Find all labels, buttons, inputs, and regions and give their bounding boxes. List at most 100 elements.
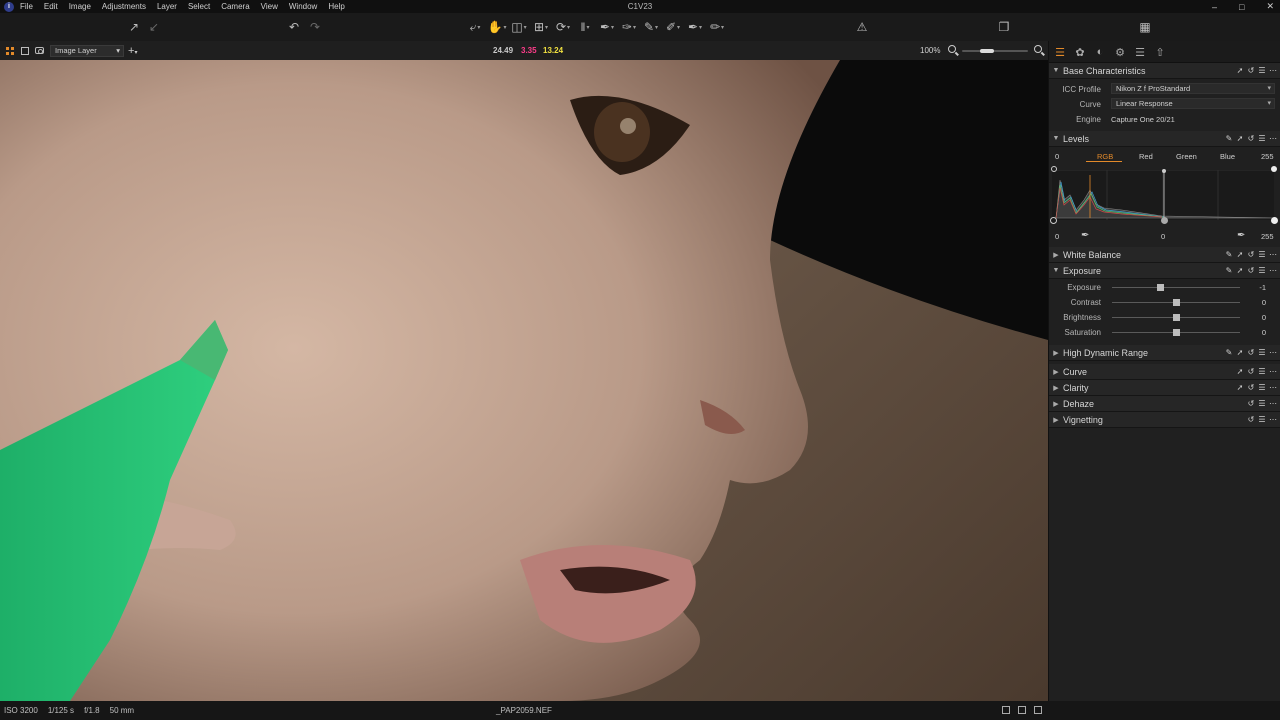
saturation-slider-knob[interactable] <box>1172 329 1180 336</box>
menu-adjustments[interactable]: Adjustments <box>102 2 146 11</box>
grid-view-icon[interactable]: ▦ <box>1137 18 1153 36</box>
proof-toggle-icon[interactable] <box>1002 706 1010 714</box>
more-icon[interactable]: ⋯ <box>1269 348 1277 357</box>
presets-icon[interactable]: ☰ <box>1258 383 1266 392</box>
eyedropper-black-icon[interactable]: ✒ <box>1081 230 1089 241</box>
zoom-out-icon[interactable] <box>948 45 956 53</box>
menu-image[interactable]: Image <box>69 2 91 11</box>
more-icon[interactable]: ⋯ <box>1269 383 1277 392</box>
maximize-icon[interactable]: □ <box>1239 2 1244 12</box>
magic-wand-icon[interactable]: ➚ <box>1236 348 1244 357</box>
highlight-point-handle[interactable] <box>1271 166 1277 172</box>
spot-tool-icon[interactable]: ✒ ▾ <box>598 18 616 36</box>
contrast-slider-knob[interactable] <box>1172 299 1180 306</box>
vignetting-header[interactable]: ▶ Vignetting ↺ ☰ ⋯ <box>1049 412 1280 428</box>
adjustments-tab-icon[interactable]: ☰ <box>1053 45 1067 59</box>
output-low-handle[interactable] <box>1050 217 1057 224</box>
multi-view-icon[interactable]: ❐ <box>996 18 1012 36</box>
levels-output-mid[interactable]: 0 <box>1161 232 1165 241</box>
output-mid-handle[interactable] <box>1161 217 1168 224</box>
edit-icon[interactable]: ✎ <box>1225 348 1233 357</box>
exposure-slider-knob[interactable] <box>1157 284 1165 291</box>
more-icon[interactable]: ⋯ <box>1269 66 1277 75</box>
midpoint-handle[interactable] <box>1162 169 1166 173</box>
grid-layout-icon[interactable] <box>6 46 14 55</box>
exposure-slider-value[interactable]: -1 <box>1240 283 1266 292</box>
redo-icon[interactable]: ↷ <box>308 18 322 36</box>
export-tab-icon[interactable]: ⇧ <box>1153 45 1167 59</box>
levels-output-low[interactable]: 0 <box>1055 232 1059 241</box>
hdr-header[interactable]: ▶ High Dynamic Range ✎ ➚ ↺ ☰ ⋯ <box>1049 345 1280 361</box>
output-high-handle[interactable] <box>1271 217 1278 224</box>
curve-header[interactable]: ▶ Curve ➚ ↺ ☰ ⋯ <box>1049 364 1280 380</box>
reset-icon[interactable]: ↺ <box>1247 66 1255 75</box>
reset-icon[interactable]: ↺ <box>1247 399 1255 408</box>
rotate-tool-icon[interactable]: ⟳ ▾ <box>554 18 572 36</box>
zoom-in-icon[interactable] <box>1034 45 1042 53</box>
levels-header[interactable]: ▼ Levels ✎ ➚ ↺ ☰ ⋯ <box>1049 131 1280 147</box>
levels-input-high[interactable]: 255 <box>1261 152 1274 161</box>
exposure-tab-icon[interactable]: ◐ <box>1093 45 1107 59</box>
levels-tab-red[interactable]: Red <box>1139 152 1153 161</box>
presets-icon[interactable]: ☰ <box>1258 250 1266 259</box>
color-tab-icon[interactable]: ✿ <box>1073 45 1087 59</box>
presets-icon[interactable]: ☰ <box>1258 367 1266 376</box>
exposure-warning-icon[interactable]: ⚠ <box>855 18 869 36</box>
edit-icon[interactable]: ✎ <box>1225 250 1233 259</box>
more-icon[interactable]: ⋯ <box>1269 250 1277 259</box>
edit-icon[interactable]: ✎ <box>1225 266 1233 275</box>
levels-output-high[interactable]: 255 <box>1261 232 1274 241</box>
more-icon[interactable]: ⋯ <box>1269 266 1277 275</box>
menu-view[interactable]: View <box>261 2 278 11</box>
menu-help[interactable]: Help <box>328 2 344 11</box>
gradient-tool-icon[interactable]: ✐ ▾ <box>664 18 682 36</box>
magic-wand-icon[interactable]: ➚ <box>1236 66 1244 75</box>
presets-icon[interactable]: ☰ <box>1258 66 1266 75</box>
more-icon[interactable]: ⋯ <box>1269 399 1277 408</box>
picker-tool-icon[interactable]: ✒ ▾ <box>686 18 704 36</box>
levels-histogram[interactable] <box>1052 169 1275 220</box>
magic-wand-icon[interactable]: ➚ <box>1236 250 1244 259</box>
icc-profile-select[interactable]: Nikon Z f ProStandard ▾ <box>1111 83 1275 94</box>
more-icon[interactable]: ⋯ <box>1269 415 1277 424</box>
import-icon[interactable]: ↗ <box>127 18 141 36</box>
reset-icon[interactable]: ↺ <box>1247 367 1255 376</box>
before-after-icon[interactable] <box>1018 706 1026 714</box>
loupe-tool-icon[interactable]: ◫ ▾ <box>510 18 528 36</box>
menu-file[interactable]: File <box>20 2 33 11</box>
reset-icon[interactable]: ↺ <box>1247 415 1255 424</box>
levels-tab-blue[interactable]: Blue <box>1220 152 1235 161</box>
reset-icon[interactable]: ↺ <box>1247 134 1255 143</box>
menu-select[interactable]: Select <box>188 2 210 11</box>
clarity-header[interactable]: ▶ Clarity ➚ ↺ ☰ ⋯ <box>1049 380 1280 396</box>
annotate-tool-icon[interactable]: ✏ ▾ <box>708 18 726 36</box>
eyedropper-white-icon[interactable]: ✒ <box>1237 230 1245 241</box>
contrast-slider-value[interactable]: 0 <box>1240 298 1266 307</box>
presets-icon[interactable]: ☰ <box>1258 348 1266 357</box>
image-viewer[interactable] <box>0 60 1048 701</box>
minimize-icon[interactable]: – <box>1212 2 1217 12</box>
dehaze-header[interactable]: ▶ Dehaze ↺ ☰ ⋯ <box>1049 396 1280 412</box>
edit-icon[interactable]: ✎ <box>1225 134 1233 143</box>
reset-icon[interactable]: ↺ <box>1247 348 1255 357</box>
layers-tab-icon[interactable]: ☰ <box>1133 45 1147 59</box>
brightness-slider-value[interactable]: 0 <box>1240 313 1266 322</box>
zoom-slider[interactable] <box>962 49 1028 53</box>
eraser-tool-icon[interactable]: ✎ ▾ <box>642 18 660 36</box>
keystone-tool-icon[interactable]: ‖ ▾ <box>576 18 594 36</box>
camera-view-icon[interactable] <box>35 47 44 54</box>
presets-icon[interactable]: ☰ <box>1258 134 1266 143</box>
levels-tab-green[interactable]: Green <box>1176 152 1197 161</box>
magic-wand-icon[interactable]: ➚ <box>1236 367 1244 376</box>
single-view-icon[interactable] <box>21 46 29 55</box>
magic-wand-icon[interactable]: ➚ <box>1236 383 1244 392</box>
more-icon[interactable]: ⋯ <box>1269 134 1277 143</box>
presets-icon[interactable]: ☰ <box>1258 415 1266 424</box>
menu-camera[interactable]: Camera <box>221 2 249 11</box>
levels-input-low[interactable]: 0 <box>1055 152 1059 161</box>
brush-tool-icon[interactable]: ✑ ▾ <box>620 18 638 36</box>
presets-icon[interactable]: ☰ <box>1258 266 1266 275</box>
exposure-header[interactable]: ▼ Exposure ✎ ➚ ↺ ☰ ⋯ <box>1049 263 1280 279</box>
reset-icon[interactable]: ↺ <box>1247 383 1255 392</box>
more-icon[interactable]: ⋯ <box>1269 367 1277 376</box>
